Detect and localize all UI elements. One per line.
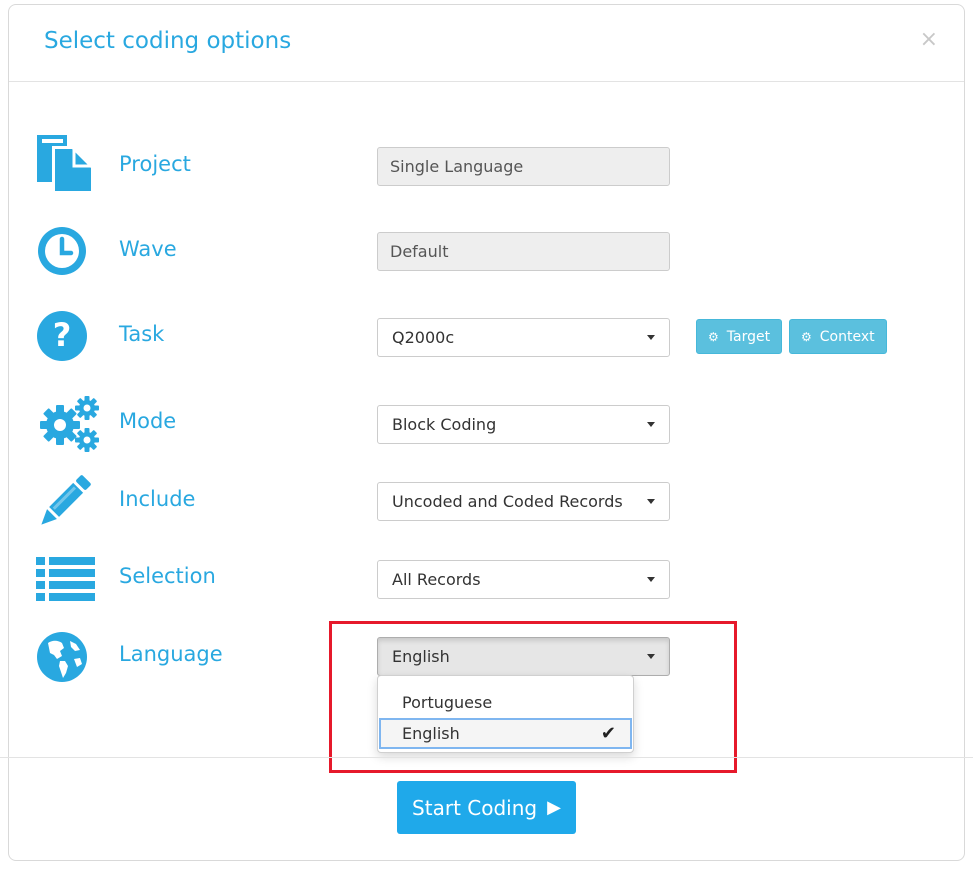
chevron-down-icon	[647, 499, 655, 504]
clock-icon	[36, 220, 102, 282]
highlight-annotation	[329, 621, 737, 773]
include-select[interactable]: Uncoded and Coded Records	[377, 482, 670, 521]
modal-header: Select coding options ×	[9, 5, 964, 82]
close-button[interactable]: ×	[920, 29, 938, 51]
mode-select-value: Block Coding	[392, 415, 497, 434]
project-label: Project	[119, 152, 191, 176]
chevron-down-icon	[647, 422, 655, 427]
selection-select[interactable]: All Records	[377, 560, 670, 599]
selection-select-value: All Records	[392, 570, 481, 589]
task-select-value: Q2000c	[392, 328, 455, 347]
include-label: Include	[119, 487, 196, 511]
task-select[interactable]: Q2000c	[377, 318, 670, 357]
mode-label: Mode	[119, 409, 177, 433]
gears-icon	[36, 393, 102, 455]
project-field: Single Language	[377, 147, 670, 186]
play-icon: ▶	[547, 797, 561, 818]
modal-footer-divider	[0, 757, 973, 758]
globe-icon	[36, 626, 102, 688]
wave-label: Wave	[119, 237, 177, 261]
pencil-icon	[36, 471, 102, 533]
include-select-value: Uncoded and Coded Records	[392, 492, 623, 511]
list-icon	[36, 549, 102, 611]
modal-title: Select coding options	[44, 28, 292, 54]
chevron-down-icon	[647, 577, 655, 582]
svg-text:?: ?	[53, 316, 72, 354]
task-label: Task	[119, 322, 165, 346]
question-icon: ?	[36, 305, 102, 367]
chevron-down-icon	[647, 335, 655, 340]
start-coding-button[interactable]: Start Coding ▶	[397, 781, 576, 834]
document-icon	[36, 133, 102, 195]
wave-field: Default	[377, 232, 670, 271]
context-button[interactable]: ⚙ Context	[789, 319, 887, 354]
target-button[interactable]: ⚙ Target	[696, 319, 783, 354]
context-button-label: Context	[819, 328, 875, 345]
start-coding-label: Start Coding	[412, 795, 538, 820]
gear-icon: ⚙	[708, 329, 719, 344]
target-button-label: Target	[726, 328, 771, 345]
language-label: Language	[119, 642, 223, 666]
gear-icon: ⚙	[801, 329, 812, 344]
selection-label: Selection	[119, 564, 216, 588]
mode-select[interactable]: Block Coding	[377, 405, 670, 444]
